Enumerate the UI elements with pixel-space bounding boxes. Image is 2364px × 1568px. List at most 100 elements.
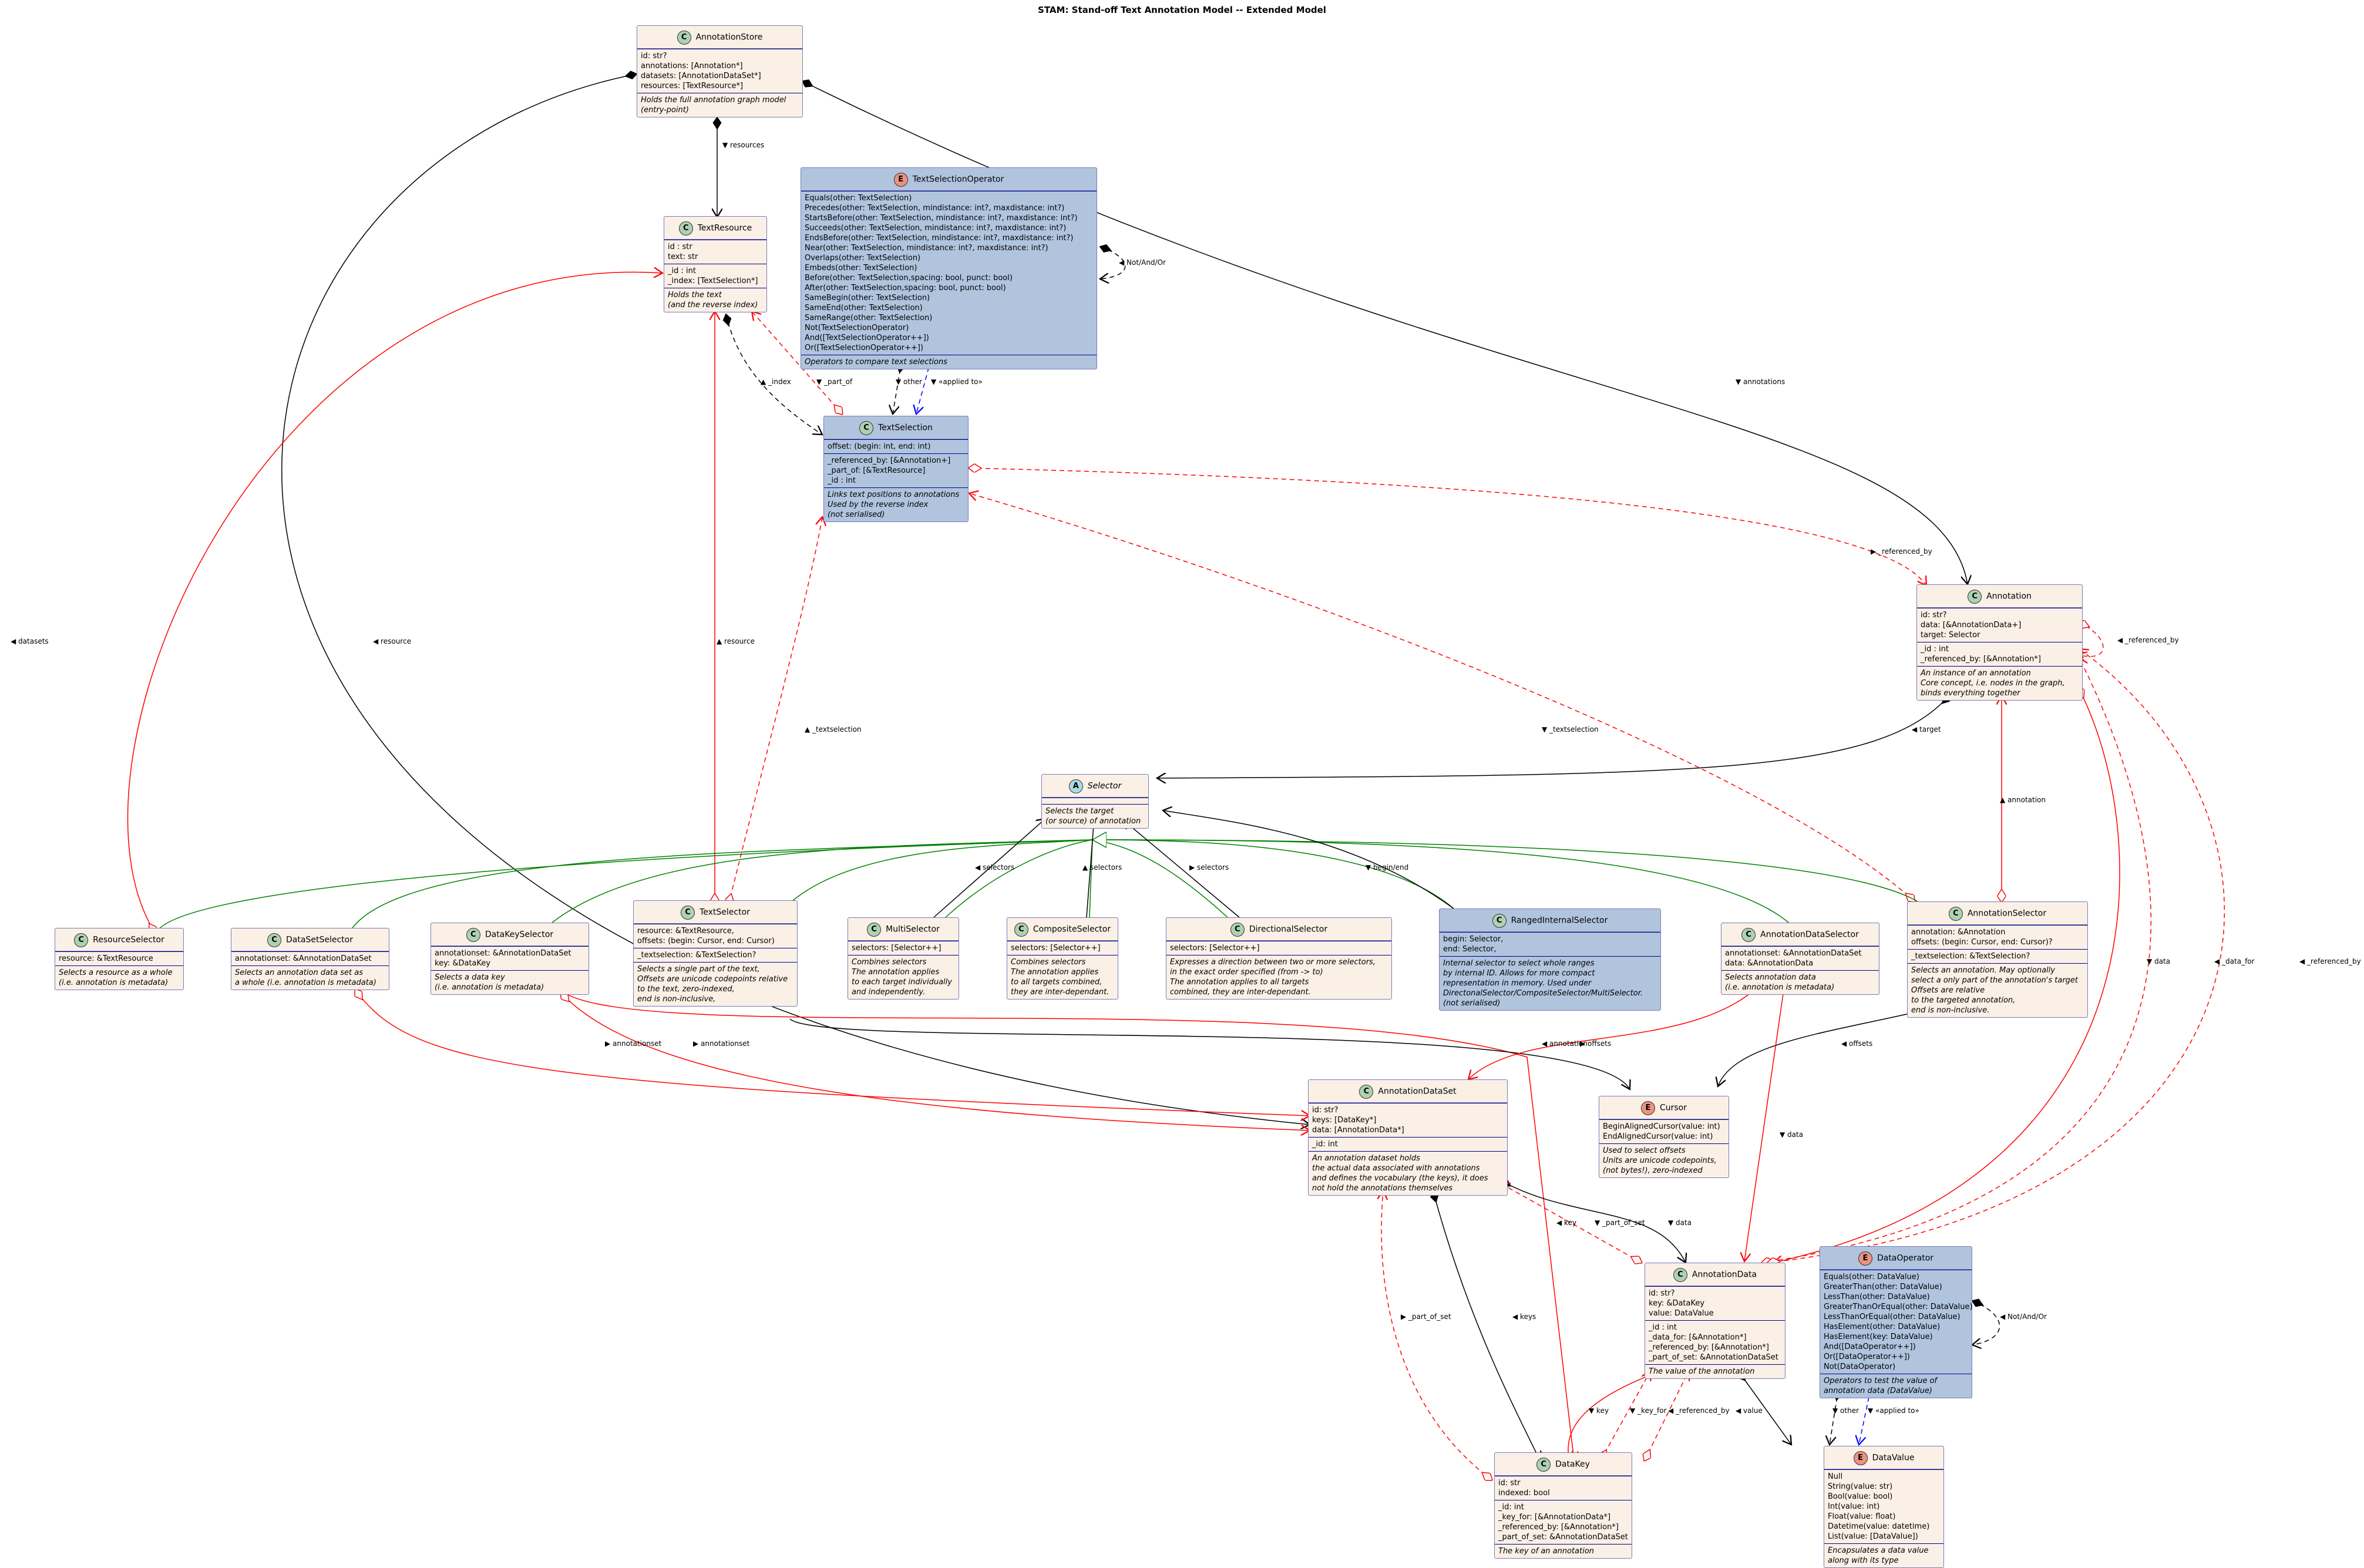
- class-header: C MultiSelector: [848, 918, 959, 941]
- attributes-line: List(value: [DataValue]): [1828, 1532, 1918, 1541]
- attributes-line: StartsBefore(other: TextSelection, mindi…: [805, 214, 1078, 223]
- private-attributes-line: _textselection: &TextSelection?: [1911, 952, 2030, 961]
- class-note-line: Used by the reverse index: [828, 500, 929, 509]
- class-header: C TextResource: [664, 217, 766, 240]
- class-badge-icon: C: [267, 933, 282, 947]
- enum-cursor[interactable]: E Cursor BeginAlignedCursor(value: int) End…: [1599, 1096, 1729, 1178]
- attributes: offset: (begin: int, end: int): [824, 439, 968, 453]
- class-note-line: (i.e. annotation is metadata): [59, 978, 169, 987]
- class-note-line: Selects a resource as a whole: [59, 968, 173, 977]
- class-note-line: Holds the text: [668, 291, 722, 300]
- edge-label-annotationset-1: ▶ annotationset: [605, 1039, 662, 1048]
- edge-label-resources: ▼ resources: [722, 141, 765, 149]
- abstract-class-selector[interactable]: A Selector Selects the target (or source) o…: [1041, 774, 1149, 829]
- class-badge-icon: C: [859, 421, 874, 435]
- attributes-line: Before(other: TextSelection,spacing: boo…: [805, 274, 1013, 282]
- attributes-line: id: str?: [1649, 1289, 1675, 1298]
- attributes: resource: &TextResource: [55, 951, 183, 965]
- class-data-key[interactable]: C DataKey id: str indexed: bool _id: int _key…: [1494, 1452, 1632, 1559]
- class-note-line: and defines the vocabulary (the keys), i…: [1312, 1174, 1488, 1183]
- edge-dk-keyfor: [1600, 1371, 1650, 1461]
- class-ranged-internal-selector[interactable]: C RangedInternalSelector begin: Selector, e…: [1439, 909, 1661, 1011]
- class-note-line: Offsets are unicode codepoints relative: [637, 975, 788, 984]
- class-annotation-data[interactable]: C AnnotationData id: str? key: &DataKey valu…: [1645, 1263, 1785, 1379]
- attributes: id : str text: str: [664, 240, 766, 264]
- private-attributes-line: _part_of_set: &AnnotationDataSet: [1498, 1533, 1628, 1542]
- class-note-line: An instance of an annotation: [1921, 669, 2031, 678]
- enum-data-operator[interactable]: E DataOperator Equals(other: DataValue) Gre…: [1820, 1246, 1973, 1398]
- attributes: selectors: [Selector++]: [848, 941, 959, 955]
- class-badge-icon: C: [1536, 1458, 1551, 1472]
- edge-label-offsets-ts: ▶ offsets: [1580, 1039, 1612, 1048]
- class-badge-icon: C: [74, 933, 89, 947]
- attributes-line: And([TextSelectionOperator++]): [805, 334, 929, 342]
- attributes-line: Equals(other: DataValue): [1824, 1273, 1919, 1281]
- relationship-edges: [127, 0, 2225, 1563]
- edge-label-offsets-as: ◀ offsets: [1841, 1039, 1873, 1048]
- edge-label-part-of: ▼ _part_of: [816, 378, 853, 386]
- class-note-line: binds everything together: [1921, 689, 2020, 698]
- private-attributes: _id : int _data_for: [&Annotation*] _refer…: [1645, 1320, 1785, 1364]
- class-composite-selector[interactable]: C CompositeSelector selectors: [Selector++…: [1007, 917, 1118, 1000]
- class-note-line: by internal ID. Allows for more compact: [1443, 969, 1595, 978]
- edge-label-resource-rs: ◀ resource: [373, 637, 411, 645]
- attributes-line: id: str?: [1921, 611, 1947, 620]
- class-note: Holds the full annotation graph model (en…: [637, 93, 802, 117]
- class-annotation-data-selector[interactable]: C AnnotationDataSelector annotationset: &A…: [1721, 923, 1879, 995]
- edge-label-referenced-by-ts: ▶ _referenced_by: [1871, 547, 1932, 556]
- private-attributes-line: _id : int: [1649, 1323, 1677, 1332]
- edge-label-key: ▼ key: [1589, 1407, 1609, 1415]
- enum-text-selection-operator[interactable]: E TextSelectionOperator Equals(other: Text…: [801, 167, 1097, 369]
- class-header: C RangedInternalSelector: [1440, 909, 1660, 932]
- class-text-selection[interactable]: C TextSelection offset: (begin: int, end: …: [823, 416, 969, 522]
- class-note: Expresses a direction between two or mor…: [1166, 955, 1391, 999]
- edge-tsel-textselection: [728, 517, 822, 906]
- class-note: Operators to test the value of annotation…: [1820, 1374, 1972, 1398]
- class-badge-icon: C: [1492, 914, 1506, 928]
- private-attributes-line: _referenced_by: [&Annotation*]: [1921, 655, 2041, 664]
- class-name: AnnotationData: [1692, 1270, 1757, 1280]
- class-annotation[interactable]: C Annotation id: str? data: [&AnnotationDat…: [1916, 584, 2083, 701]
- attributes-line: String(value: str): [1828, 1482, 1893, 1491]
- attributes: id: str? annotations: [Annotation*] datase…: [637, 49, 802, 93]
- edge-label-data-ann: ▼ data: [2147, 957, 2171, 965]
- class-annotation-selector[interactable]: C AnnotationSelector annotation: &Annotati…: [1907, 901, 2088, 1018]
- class-note: Holds the text (and the reverse index): [664, 288, 766, 312]
- class-directional-selector[interactable]: C DirectionalSelector selectors: [Selector…: [1166, 917, 1392, 1000]
- attributes-line: annotationset: &AnnotationDataSet: [435, 949, 571, 958]
- class-badge-icon: C: [1014, 923, 1028, 937]
- attributes-line: end: Selector,: [1443, 945, 1497, 954]
- attributes-line: resource: &TextResource,: [637, 927, 734, 936]
- enum-data-value[interactable]: E DataValue Null String(value: str) Bool(val…: [1824, 1446, 1944, 1568]
- attributes-line: EndAlignedCursor(value: int): [1603, 1132, 1713, 1141]
- edge-inherit-directional: [1092, 839, 1228, 918]
- class-name: AnnotationSelector: [1967, 909, 2047, 918]
- class-note: Selects annotation data (i.e. annotation …: [1721, 970, 1879, 994]
- class-resource-selector[interactable]: C ResourceSelector resource: &TextResource…: [55, 928, 184, 990]
- edge-label-selectors-multi: ◀ selectors: [975, 863, 1015, 872]
- class-note: Selects a single part of the text, Offset…: [634, 962, 797, 1006]
- edge-ads-data: [1744, 978, 1785, 1261]
- edge-label-part-of-set-dk: ▶ _part_of_set: [1401, 1313, 1451, 1321]
- class-text-selector[interactable]: C TextSelector resource: &TextResource, off…: [633, 900, 798, 1007]
- enum-badge-icon: E: [893, 173, 908, 187]
- class-annotation-dataset[interactable]: C AnnotationDataSet id: str? keys: [DataKey…: [1308, 1079, 1508, 1196]
- class-header: C TextSelection: [824, 416, 968, 439]
- abstract-badge-icon: A: [1068, 779, 1083, 793]
- attributes-line: offsets: (begin: Cursor, end: Cursor)?: [1911, 938, 2053, 947]
- private-attributes-line: _referenced_by: [&Annotation*]: [1649, 1343, 1769, 1352]
- attributes-line: text: str: [668, 253, 698, 261]
- class-dataset-selector[interactable]: C DataSetSelector annotationset: &Annotati…: [231, 928, 389, 990]
- class-annotation-store[interactable]: C AnnotationStore id: str? annotations: [An…: [637, 25, 803, 117]
- private-attributes: _id: int: [1309, 1137, 1507, 1151]
- edge-label-key-ads: ◀ key: [1556, 1219, 1577, 1227]
- class-datakey-selector[interactable]: C DataKeySelector annotationset: &Annotati…: [431, 923, 589, 995]
- private-attributes-line: _id: int: [1498, 1503, 1524, 1512]
- class-header: C Annotation: [1917, 585, 2082, 608]
- class-name: CompositeSelector: [1033, 924, 1111, 934]
- edge-dss-annotationset: [355, 990, 1310, 1116]
- class-multi-selector[interactable]: C MultiSelector selectors: [Selector++] Com…: [848, 917, 959, 1000]
- class-note-line: Holds the full annotation graph model: [641, 96, 786, 105]
- class-text-resource[interactable]: C TextResource id : str text: str _id : int _…: [664, 216, 767, 312]
- class-name: DataSetSelector: [286, 935, 353, 945]
